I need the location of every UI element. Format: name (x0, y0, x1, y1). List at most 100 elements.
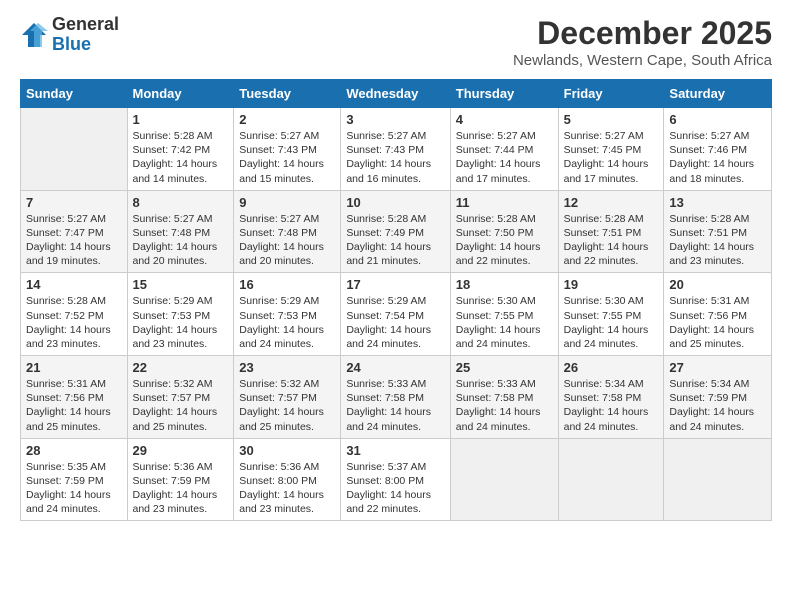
day-number: 15 (133, 277, 229, 292)
day-number: 11 (456, 195, 553, 210)
cell-info: Sunrise: 5:27 AM Sunset: 7:48 PM Dayligh… (133, 212, 229, 269)
cell-info: Sunrise: 5:34 AM Sunset: 7:58 PM Dayligh… (564, 377, 659, 434)
page: General Blue December 2025 Newlands, Wes… (0, 0, 792, 612)
day-number: 12 (564, 195, 659, 210)
day-number: 13 (669, 195, 766, 210)
calendar-week-2: 7Sunrise: 5:27 AM Sunset: 7:47 PM Daylig… (21, 190, 772, 273)
cell-info: Sunrise: 5:32 AM Sunset: 7:57 PM Dayligh… (133, 377, 229, 434)
calendar-cell (558, 438, 664, 521)
day-number: 30 (239, 443, 335, 458)
calendar-week-3: 14Sunrise: 5:28 AM Sunset: 7:52 PM Dayli… (21, 273, 772, 356)
day-header-wednesday: Wednesday (341, 80, 450, 108)
calendar-cell: 16 Sunrise: 5:29 AM Sunset: 7:53 PM Dayli… (234, 273, 341, 356)
calendar-week-5: 28 Sunrise: 5:35 AM Sunset: 7:59 PM Dayli… (21, 438, 772, 521)
cell-info: Sunrise: 5:37 AM Sunset: 8:00 PM Dayligh… (346, 460, 444, 517)
day-number: 10 (346, 195, 444, 210)
day-header-friday: Friday (558, 80, 664, 108)
calendar-cell: 29Sunrise: 5:36 AM Sunset: 7:59 PM Dayli… (127, 438, 234, 521)
calendar-cell: 22Sunrise: 5:32 AM Sunset: 7:57 PM Dayli… (127, 356, 234, 439)
day-number: 8 (133, 195, 229, 210)
calendar-cell: 12 Sunrise: 5:28 AM Sunset: 7:51 PM Dayli… (558, 190, 664, 273)
day-number: 26 (564, 360, 659, 375)
cell-info: Sunrise: 5:31 AM Sunset: 7:56 PM Dayligh… (26, 377, 122, 434)
calendar-cell: 11 Sunrise: 5:28 AM Sunset: 7:50 PM Dayli… (450, 190, 558, 273)
day-number: 31 (346, 443, 444, 458)
cell-info: Sunrise: 5:27 AM Sunset: 7:45 PM Dayligh… (564, 129, 659, 186)
cell-info: Sunrise: 5:32 AM Sunset: 7:57 PM Dayligh… (239, 377, 335, 434)
cell-info: Sunrise: 5:28 AM Sunset: 7:51 PM Dayligh… (669, 212, 766, 269)
day-number: 25 (456, 360, 553, 375)
day-number: 6 (669, 112, 766, 127)
cell-info: Sunrise: 5:28 AM Sunset: 7:51 PM Dayligh… (564, 212, 659, 269)
title-area: December 2025 Newlands, Western Cape, So… (513, 15, 772, 69)
calendar-cell: 28 Sunrise: 5:35 AM Sunset: 7:59 PM Dayli… (21, 438, 128, 521)
day-number: 27 (669, 360, 766, 375)
logo-blue: Blue (52, 35, 119, 55)
day-number: 28 (26, 443, 122, 458)
cell-info: Sunrise: 5:27 AM Sunset: 7:43 PM Dayligh… (239, 129, 335, 186)
calendar-cell: 20Sunrise: 5:31 AM Sunset: 7:56 PM Dayli… (664, 273, 772, 356)
day-header-monday: Monday (127, 80, 234, 108)
calendar-cell: 19Sunrise: 5:30 AM Sunset: 7:55 PM Dayli… (558, 273, 664, 356)
calendar-cell: 1Sunrise: 5:28 AM Sunset: 7:42 PM Daylig… (127, 108, 234, 191)
cell-info: Sunrise: 5:28 AM Sunset: 7:42 PM Dayligh… (133, 129, 229, 186)
calendar-cell: 9 Sunrise: 5:27 AM Sunset: 7:48 PM Daylig… (234, 190, 341, 273)
calendar-cell: 15 Sunrise: 5:29 AM Sunset: 7:53 PM Dayli… (127, 273, 234, 356)
calendar-cell: 21 Sunrise: 5:31 AM Sunset: 7:56 PM Dayli… (21, 356, 128, 439)
logo: General Blue (20, 15, 119, 55)
cell-info: Sunrise: 5:28 AM Sunset: 7:49 PM Dayligh… (346, 212, 444, 269)
logo-text: General Blue (52, 15, 119, 55)
calendar-cell: 3 Sunrise: 5:27 AM Sunset: 7:43 PM Daylig… (341, 108, 450, 191)
day-number: 4 (456, 112, 553, 127)
month-title: December 2025 (513, 15, 772, 52)
day-number: 21 (26, 360, 122, 375)
calendar-cell (664, 438, 772, 521)
cell-info: Sunrise: 5:33 AM Sunset: 7:58 PM Dayligh… (346, 377, 444, 434)
cell-info: Sunrise: 5:27 AM Sunset: 7:43 PM Dayligh… (346, 129, 444, 186)
calendar-cell: 25 Sunrise: 5:33 AM Sunset: 7:58 PM Dayli… (450, 356, 558, 439)
calendar-cell: 30 Sunrise: 5:36 AM Sunset: 8:00 PM Dayli… (234, 438, 341, 521)
calendar-cell: 10 Sunrise: 5:28 AM Sunset: 7:49 PM Dayli… (341, 190, 450, 273)
cell-info: Sunrise: 5:28 AM Sunset: 7:50 PM Dayligh… (456, 212, 553, 269)
cell-info: Sunrise: 5:34 AM Sunset: 7:59 PM Dayligh… (669, 377, 766, 434)
day-number: 3 (346, 112, 444, 127)
cell-info: Sunrise: 5:27 AM Sunset: 7:47 PM Dayligh… (26, 212, 122, 269)
day-number: 19 (564, 277, 659, 292)
calendar-cell: 7Sunrise: 5:27 AM Sunset: 7:47 PM Daylig… (21, 190, 128, 273)
day-number: 20 (669, 277, 766, 292)
calendar-cell: 31 Sunrise: 5:37 AM Sunset: 8:00 PM Dayli… (341, 438, 450, 521)
calendar-cell: 2Sunrise: 5:27 AM Sunset: 7:43 PM Daylig… (234, 108, 341, 191)
cell-info: Sunrise: 5:30 AM Sunset: 7:55 PM Dayligh… (456, 294, 553, 351)
calendar-cell: 6Sunrise: 5:27 AM Sunset: 7:46 PM Daylig… (664, 108, 772, 191)
day-number: 5 (564, 112, 659, 127)
day-number: 18 (456, 277, 553, 292)
location: Newlands, Western Cape, South Africa (513, 52, 772, 69)
cell-info: Sunrise: 5:33 AM Sunset: 7:58 PM Dayligh… (456, 377, 553, 434)
cell-info: Sunrise: 5:36 AM Sunset: 8:00 PM Dayligh… (239, 460, 335, 517)
calendar-cell: 4 Sunrise: 5:27 AM Sunset: 7:44 PM Daylig… (450, 108, 558, 191)
cell-info: Sunrise: 5:35 AM Sunset: 7:59 PM Dayligh… (26, 460, 122, 517)
calendar-cell (450, 438, 558, 521)
logo-general: General (52, 15, 119, 35)
calendar-cell: 13 Sunrise: 5:28 AM Sunset: 7:51 PM Dayli… (664, 190, 772, 273)
cell-info: Sunrise: 5:36 AM Sunset: 7:59 PM Dayligh… (133, 460, 229, 517)
cell-info: Sunrise: 5:27 AM Sunset: 7:48 PM Dayligh… (239, 212, 335, 269)
calendar-week-4: 21 Sunrise: 5:31 AM Sunset: 7:56 PM Dayli… (21, 356, 772, 439)
cell-info: Sunrise: 5:27 AM Sunset: 7:44 PM Dayligh… (456, 129, 553, 186)
cell-info: Sunrise: 5:29 AM Sunset: 7:54 PM Dayligh… (346, 294, 444, 351)
day-number: 16 (239, 277, 335, 292)
calendar: SundayMondayTuesdayWednesdayThursdayFrid… (20, 79, 772, 521)
cell-info: Sunrise: 5:29 AM Sunset: 7:53 PM Dayligh… (239, 294, 335, 351)
calendar-week-1: 1Sunrise: 5:28 AM Sunset: 7:42 PM Daylig… (21, 108, 772, 191)
calendar-cell: 8 Sunrise: 5:27 AM Sunset: 7:48 PM Daylig… (127, 190, 234, 273)
logo-icon (20, 21, 48, 49)
calendar-cell (21, 108, 128, 191)
cell-info: Sunrise: 5:29 AM Sunset: 7:53 PM Dayligh… (133, 294, 229, 351)
calendar-cell: 24Sunrise: 5:33 AM Sunset: 7:58 PM Dayli… (341, 356, 450, 439)
day-number: 9 (239, 195, 335, 210)
calendar-cell: 27 Sunrise: 5:34 AM Sunset: 7:59 PM Dayli… (664, 356, 772, 439)
header: General Blue December 2025 Newlands, Wes… (20, 15, 772, 69)
day-number: 23 (239, 360, 335, 375)
calendar-cell: 5 Sunrise: 5:27 AM Sunset: 7:45 PM Daylig… (558, 108, 664, 191)
calendar-cell: 26 Sunrise: 5:34 AM Sunset: 7:58 PM Dayli… (558, 356, 664, 439)
